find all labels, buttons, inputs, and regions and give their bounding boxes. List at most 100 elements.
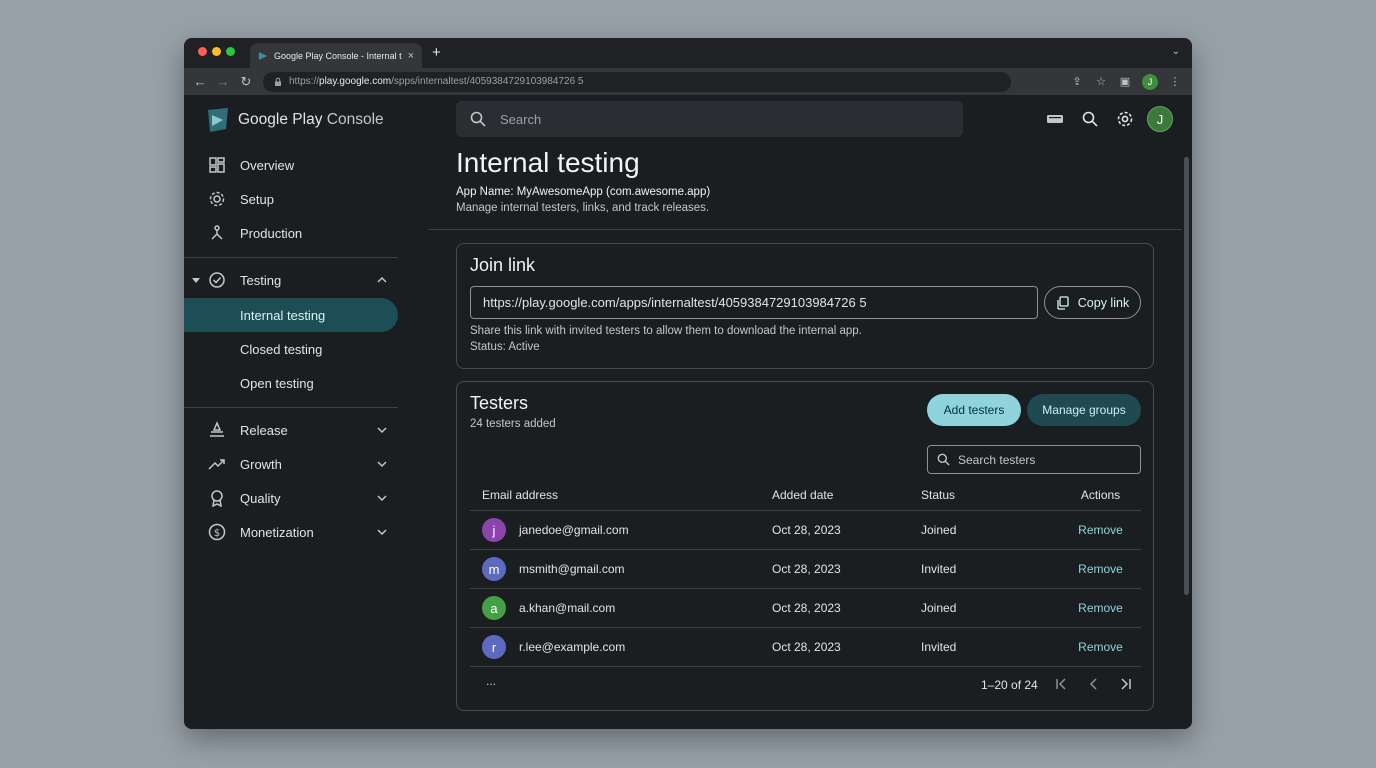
testers-count: 24 testers added [470, 418, 556, 430]
table-header-row: Email address Added date Status Actions [470, 479, 1141, 511]
table-footer: ... 1–20 of 24 [470, 674, 1141, 698]
chevron-down-icon [377, 427, 387, 434]
remove-tester-link[interactable]: Remove [1072, 628, 1129, 666]
pagination-range: 1–20 of 24 [981, 678, 1038, 692]
forward-arrow-icon[interactable]: → [214, 74, 232, 89]
chevron-down-icon [377, 495, 387, 502]
sidebar-item-monetization[interactable]: $ Monetization [184, 515, 398, 549]
avatar: j [482, 518, 506, 542]
column-header-status[interactable]: Status [921, 479, 955, 510]
join-link-card: Join link https://play.google.com/apps/i… [456, 243, 1154, 369]
remove-tester-link[interactable]: Remove [1072, 511, 1129, 549]
column-header-added-date[interactable]: Added date [772, 479, 833, 510]
column-header-email[interactable]: Email address [482, 479, 558, 510]
join-link-url-field[interactable]: https://play.google.com/apps/internaltes… [470, 286, 1038, 319]
testers-title: Testers [470, 393, 529, 413]
tab-strip: Google Play Console - Internal t × + ⌄ [184, 38, 1192, 68]
sidebar-item-label: Closed testing [240, 341, 323, 357]
added-date: Oct 28, 2023 [772, 523, 841, 537]
search-icon [937, 453, 950, 466]
browser-menu-icon[interactable]: ⋮ [1168, 75, 1182, 88]
sidebar-item-internal-testing[interactable]: Internal testing [184, 298, 398, 332]
browser-tab[interactable]: Google Play Console - Internal t × [250, 43, 422, 68]
manage-groups-button[interactable]: Manage groups [1027, 394, 1141, 426]
close-window-button[interactable] [198, 47, 207, 56]
sidebar-divider [184, 257, 398, 258]
testers-card: Testers 24 testers added Add testers Man… [456, 381, 1154, 711]
browser-toolbar: ← → ↻ https://play.google.com/spps/inter… [184, 68, 1192, 95]
table-row: m msmith@gmail.com Oct 28, 2023 Invited … [470, 550, 1141, 589]
production-icon [211, 225, 223, 240]
url-prefix: https:// [289, 76, 320, 87]
first-page-icon[interactable] [1053, 676, 1069, 692]
sidebar-item-label: Release [240, 422, 288, 438]
added-date: Oct 28, 2023 [772, 640, 841, 654]
sidebar-item-release[interactable]: Release [184, 413, 398, 447]
gamepad-icon[interactable] [1046, 110, 1064, 128]
avatar: a [482, 596, 506, 620]
url-path: /spps/internaltest/4059384729103984726 5 [391, 76, 584, 87]
brand-console: Console [326, 111, 384, 128]
table-row: j janedoe@gmail.com Oct 28, 2023 Joined … [470, 511, 1141, 550]
gear-icon [209, 191, 225, 207]
release-icon [210, 421, 224, 437]
browser-window: Google Play Console - Internal t × + ⌄ ←… [184, 38, 1192, 729]
added-date: Oct 28, 2023 [772, 601, 841, 615]
maximize-window-button[interactable] [226, 47, 235, 56]
search-testers-input[interactable]: Search testers [927, 445, 1141, 474]
email-cell: m msmith@gmail.com [482, 550, 625, 588]
play-console-logo[interactable]: Google Play Console [206, 107, 384, 133]
dollar-icon: $ [208, 523, 226, 541]
remove-tester-link[interactable]: Remove [1072, 589, 1129, 627]
last-page-icon[interactable] [1118, 676, 1134, 692]
address-bar[interactable]: https://play.google.com/spps/internaltes… [263, 71, 1011, 92]
tester-status: Invited [921, 640, 957, 654]
browser-profile-avatar[interactable]: J [1142, 73, 1158, 90]
table-row: r r.lee@example.com Oct 28, 2023 Invited… [470, 628, 1141, 667]
sidebar-item-production[interactable]: Production [184, 216, 398, 250]
account-avatar[interactable]: J [1147, 106, 1173, 132]
search-icon[interactable] [1081, 110, 1099, 128]
remove-tester-link[interactable]: Remove [1072, 550, 1129, 588]
minimize-window-button[interactable] [212, 47, 221, 56]
join-link-note: Share this link with invited testers to … [470, 325, 862, 337]
side-panel-icon[interactable]: ▣ [1118, 75, 1132, 88]
page-subtitle: Manage internal testers, links, and trac… [456, 202, 710, 214]
search-input[interactable]: Search [456, 101, 963, 137]
sidebar-item-quality[interactable]: Quality [184, 481, 398, 515]
tester-email: r.lee@example.com [519, 640, 626, 654]
play-console-app: Google Play Console Overview Setup Produ… [184, 95, 1192, 729]
search-testers-placeholder: Search testers [958, 452, 1036, 467]
tab-close-icon[interactable]: × [408, 50, 414, 62]
url-host: play.google.com [319, 76, 392, 87]
sidebar-item-growth[interactable]: Growth [184, 447, 398, 481]
search-icon [470, 111, 486, 127]
tab-search-chevron-icon[interactable]: ⌄ [1172, 46, 1180, 57]
sidebar-item-testing[interactable]: Testing [184, 263, 398, 297]
avatar: m [482, 557, 506, 581]
settings-gear-icon[interactable] [1116, 110, 1134, 128]
sidebar-item-setup[interactable]: Setup [184, 182, 398, 216]
add-testers-button[interactable]: Add testers [927, 394, 1021, 426]
check-circle-icon [209, 272, 225, 288]
sidebar-item-label: Setup [240, 191, 274, 207]
copy-icon [1057, 295, 1069, 310]
scrollbar[interactable] [1184, 157, 1189, 595]
page-title: Internal testing [456, 147, 640, 178]
sidebar-item-closed-testing[interactable]: Closed testing [184, 332, 398, 366]
email-cell: j janedoe@gmail.com [482, 511, 629, 549]
sidebar-item-overview[interactable]: Overview [184, 148, 398, 182]
added-date: Oct 28, 2023 [772, 562, 841, 576]
sidebar-item-open-testing[interactable]: Open testing [184, 366, 398, 400]
brand-google-play: Google Play [238, 111, 323, 128]
copy-link-label: Copy link [1077, 295, 1130, 310]
reload-icon[interactable]: ↻ [237, 74, 255, 90]
new-tab-button[interactable]: + [432, 44, 441, 61]
column-header-actions: Actions [1080, 487, 1121, 502]
tab-title: Google Play Console - Internal t [274, 50, 402, 61]
back-arrow-icon[interactable]: ← [191, 74, 209, 89]
share-icon[interactable]: ⇪ [1070, 75, 1084, 88]
previous-page-icon[interactable] [1086, 676, 1102, 692]
copy-link-button[interactable]: Copy link [1044, 286, 1141, 319]
bookmark-star-icon[interactable]: ☆ [1094, 75, 1108, 88]
